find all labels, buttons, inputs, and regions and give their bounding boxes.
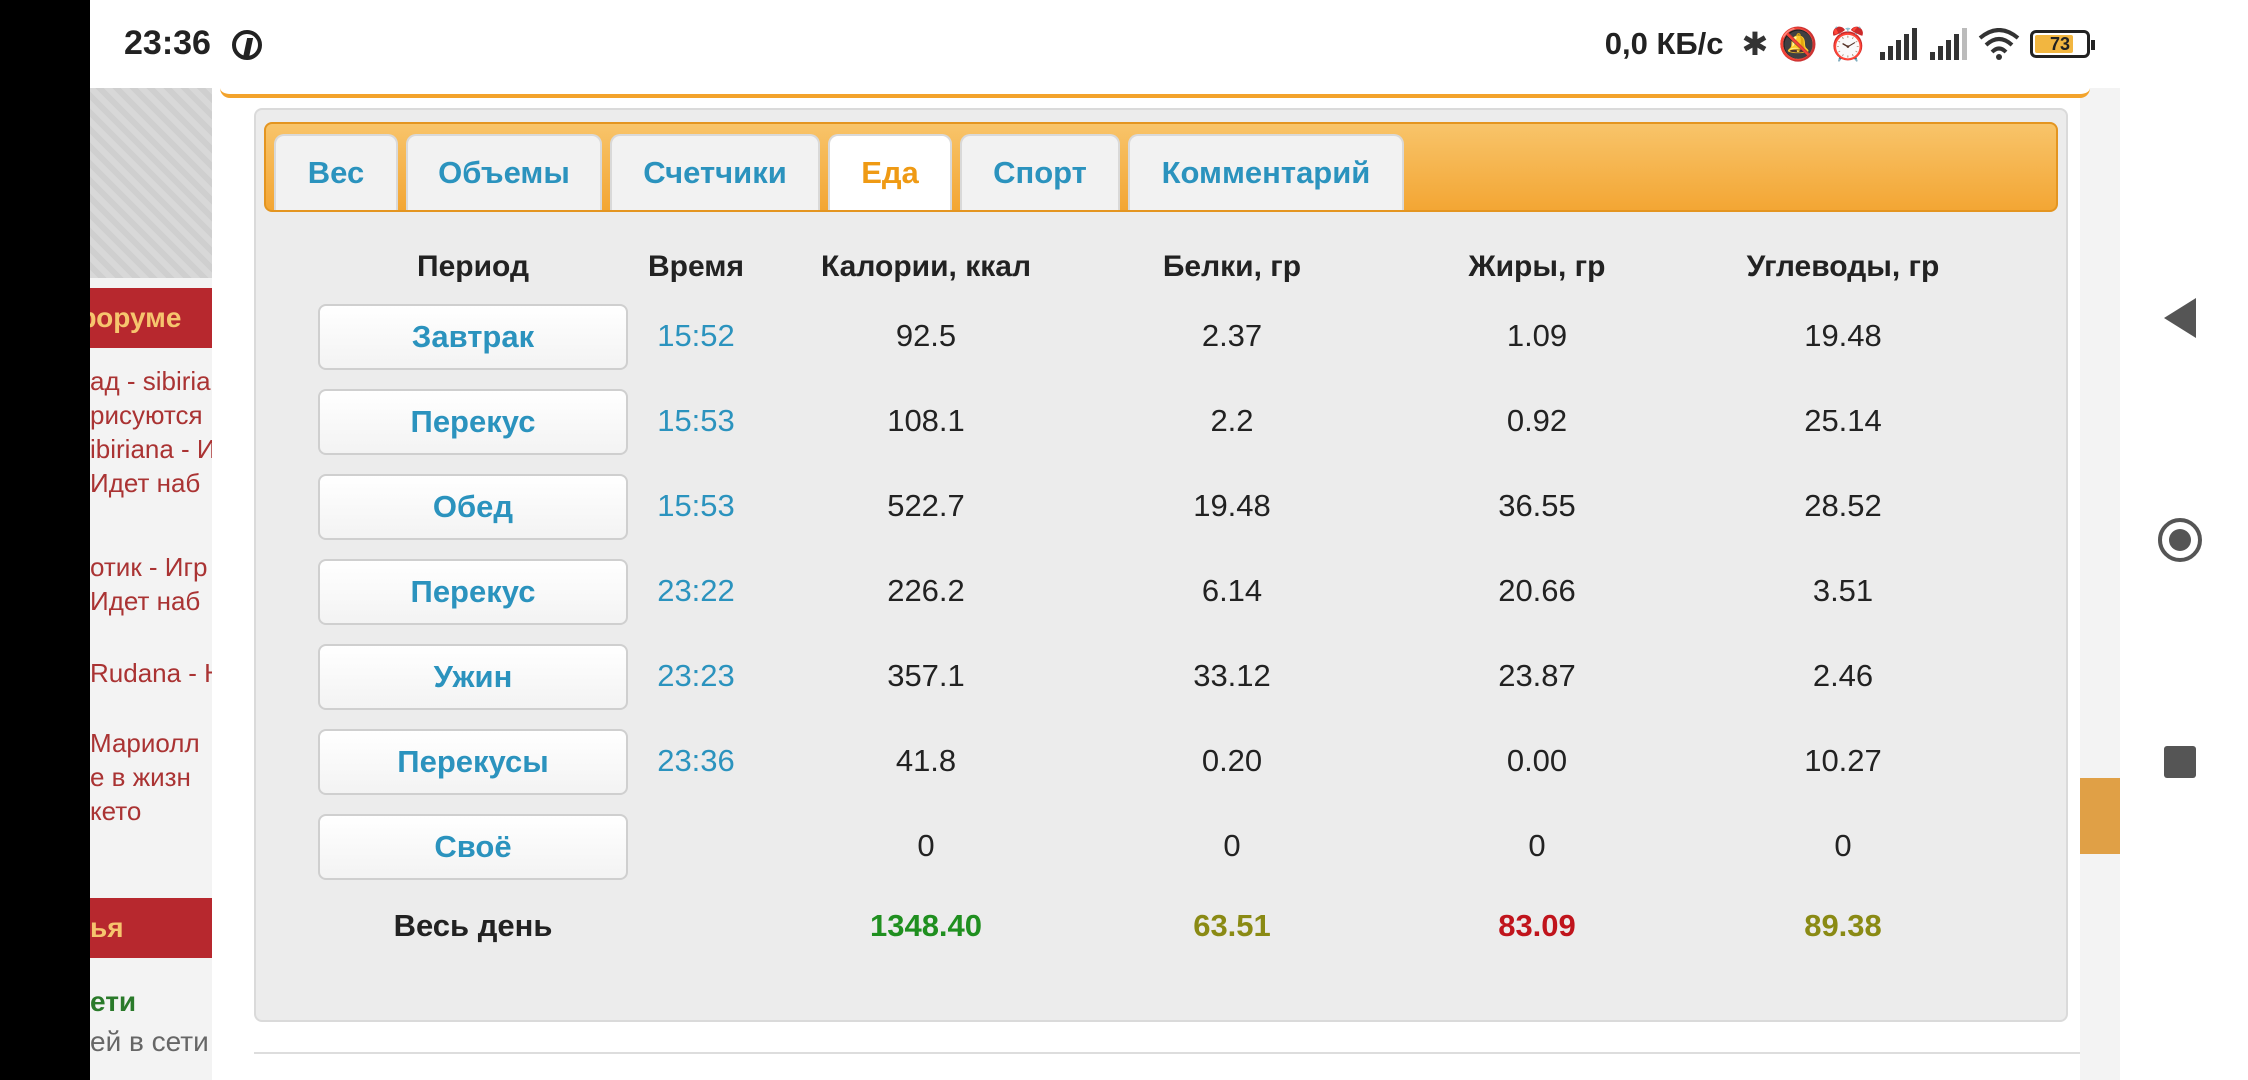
protein-value: 6.14 (1201, 573, 1263, 608)
fat-value: 0.00 (1506, 743, 1568, 778)
online-text: ей в сети (90, 1026, 209, 1057)
total-fat: 83.09 (1498, 908, 1576, 943)
left-black-edge (0, 0, 90, 1080)
tab-counters[interactable]: Счетчики (610, 134, 820, 210)
total-label: Весь день (393, 908, 553, 943)
meal-button-snack[interactable]: Перекус (318, 389, 628, 455)
back-icon[interactable] (2164, 298, 2196, 338)
calories-value: 41.8 (895, 743, 957, 778)
meal-time: 23:22 (657, 573, 735, 608)
forum-header: форуме (90, 288, 212, 348)
protein-value: 0.20 (1201, 743, 1263, 778)
forum-line: ibiriana - И (90, 434, 212, 464)
battery-level: 73 (2049, 34, 2071, 54)
forum-line: ад - sibiria (90, 366, 211, 396)
background-band (2080, 778, 2120, 854)
home-icon-inner (2169, 529, 2191, 551)
total-protein: 63.51 (1193, 908, 1271, 943)
protein-value: 2.37 (1201, 318, 1263, 353)
divider (254, 1052, 2080, 1054)
bell-off-icon: 🔕 (1778, 26, 1819, 62)
forum-line: е в жизн (90, 762, 191, 792)
background-right-edge (2080, 88, 2120, 1080)
calories-value: 92.5 (895, 318, 957, 353)
online-label: ети (90, 986, 137, 1017)
column-header-fat: Жиры, гр (1468, 250, 1606, 283)
meal-button-dinner[interactable]: Ужин (318, 644, 628, 710)
tab-weight[interactable]: Вес (274, 134, 398, 210)
fat-value: 23.87 (1498, 658, 1576, 693)
carbs-value: 28.52 (1804, 488, 1882, 523)
forum-line: Идет наб (90, 468, 201, 498)
section-header: ья (90, 898, 212, 958)
meal-button-custom[interactable]: Своё (318, 814, 628, 880)
carbs-value: 0 (1834, 828, 1852, 863)
tab-food[interactable]: Еда (828, 134, 952, 210)
calories-value: 226.2 (887, 573, 965, 608)
forum-line: Идет наб (90, 586, 201, 616)
fat-value: 36.55 (1498, 488, 1576, 523)
carbs-value: 10.27 (1804, 743, 1882, 778)
meal-button-lunch[interactable]: Обед (318, 474, 628, 540)
navigation-bar (2120, 0, 2248, 1080)
total-carbs: 89.38 (1804, 908, 1882, 943)
meal-time: 23:23 (657, 658, 735, 693)
tab-bar: Вес Объемы Счетчики Еда Спорт Комментари… (264, 122, 2058, 212)
meal-button-snack[interactable]: Перекус (318, 559, 628, 625)
tab-volumes[interactable]: Объемы (406, 134, 602, 210)
calories-value: 522.7 (887, 488, 965, 523)
home-icon[interactable] (2158, 518, 2202, 562)
protein-value: 2.2 (1210, 403, 1254, 438)
alarm-icon: ⏰ (1828, 26, 1868, 62)
background-pattern (90, 88, 212, 278)
forum-line: кето (90, 796, 142, 826)
bluetooth-icon: ✱ (1741, 26, 1769, 62)
screen: 23:36 0,0 КБ/с ✱ 🔕 ⏰ 73 форуме ад - sibi… (90, 0, 2120, 1080)
forum-line: отик - Игр (90, 552, 208, 582)
pinterest-icon (232, 30, 262, 60)
column-header-protein: Белки, гр (1162, 250, 1302, 283)
signal-icon (1930, 28, 1967, 60)
forum-line: Rudana - Н (90, 658, 212, 688)
calories-value: 108.1 (887, 403, 965, 438)
background-forum-sidebar: форуме ад - sibiria рисуются ibiriana - … (90, 88, 212, 1080)
meal-time: 15:53 (657, 488, 735, 523)
recents-icon[interactable] (2164, 746, 2196, 778)
protein-value: 33.12 (1193, 658, 1271, 693)
meal-time: 15:52 (657, 318, 735, 353)
column-header-time: Время (648, 250, 744, 283)
wifi-icon (1978, 28, 2020, 60)
carbs-value: 19.48 (1804, 318, 1882, 353)
carbs-value: 25.14 (1804, 403, 1882, 438)
column-header-carbs: Углеводы, гр (1746, 250, 1940, 283)
tab-comment[interactable]: Комментарий (1128, 134, 1404, 210)
meal-time: 15:53 (657, 403, 735, 438)
meal-time: 23:36 (657, 743, 735, 778)
tab-sport[interactable]: Спорт (960, 134, 1120, 210)
fat-value: 0.92 (1506, 403, 1568, 438)
network-speed: 0,0 КБ/с (1604, 26, 1724, 61)
status-right: 0,0 КБ/с ✱ 🔕 ⏰ 73 (1604, 22, 2095, 66)
battery-icon: 73 (2030, 30, 2095, 58)
forum-line: рисуются (90, 400, 203, 430)
forum-line: Мариолл (90, 728, 200, 758)
protein-value: 0 (1223, 828, 1241, 863)
column-header-period: Период (417, 250, 529, 283)
header-bar (220, 62, 2090, 98)
fat-value: 1.09 (1506, 318, 1568, 353)
column-header-calories: Калории, ккал (821, 250, 1031, 283)
calories-value: 0 (917, 828, 935, 863)
signal-icon (1880, 28, 1917, 60)
meal-button-breakfast[interactable]: Завтрак (318, 304, 628, 370)
carbs-value: 3.51 (1812, 573, 1874, 608)
meal-button-snacks[interactable]: Перекусы (318, 729, 628, 795)
protein-value: 19.48 (1193, 488, 1271, 523)
status-time: 23:36 (124, 24, 211, 62)
fat-value: 20.66 (1498, 573, 1576, 608)
food-panel: Вес Объемы Счетчики Еда Спорт Комментари… (254, 108, 2068, 1022)
total-calories: 1348.40 (869, 908, 983, 943)
fat-value: 0 (1528, 828, 1546, 863)
carbs-value: 2.46 (1812, 658, 1874, 693)
calories-value: 357.1 (887, 658, 965, 693)
